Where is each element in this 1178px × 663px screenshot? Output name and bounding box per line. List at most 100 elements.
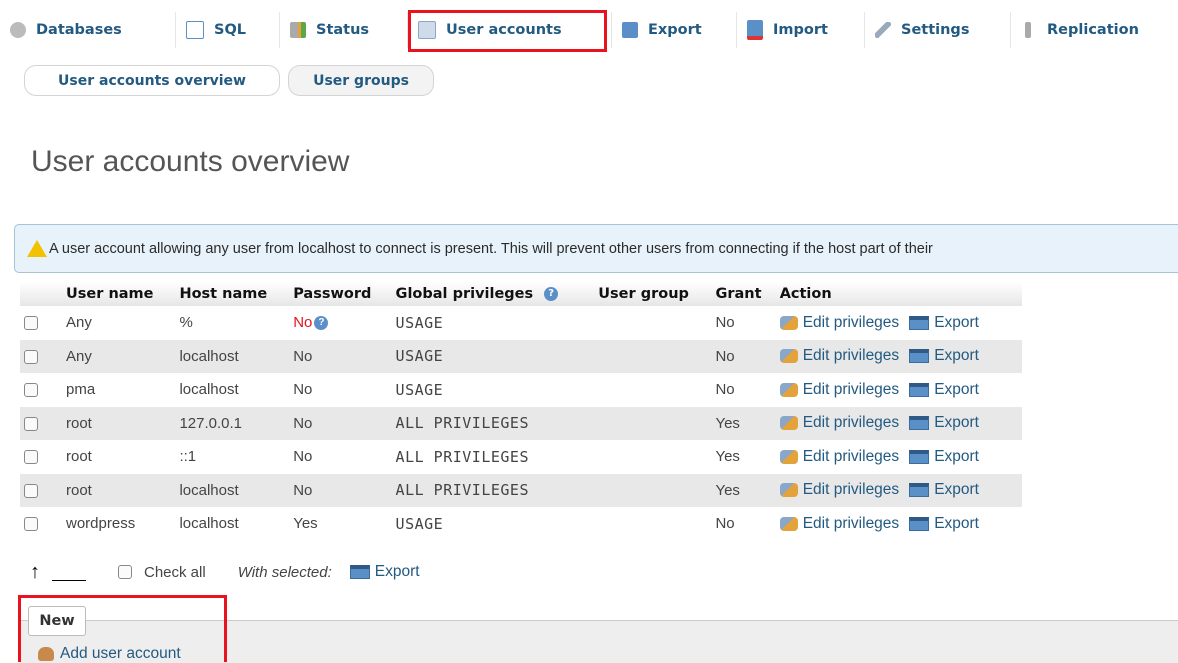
user-group-cell [594,306,712,340]
tab-import[interactable]: Import [736,12,864,48]
edit-privileges-icon [779,382,798,397]
subtab-user-groups[interactable]: User groups [288,65,434,96]
check-all-label[interactable]: Check all [144,564,206,581]
add-user-icon [38,647,54,661]
column-header-grant: Grant [711,282,776,306]
new-fieldset [20,620,1178,663]
bulk-export-link[interactable]: Export [375,563,420,581]
notice-box: A user account allowing any user from lo… [14,224,1178,273]
grant-cell: Yes [711,406,776,440]
with-selected-label: With selected: [237,563,332,581]
row-checkbox[interactable] [24,383,38,398]
help-icon[interactable]: ? [544,287,559,301]
edit-privileges-link[interactable]: Edit privileges [803,448,900,465]
user-name-cell: Any [62,339,176,373]
user-name-cell: root [62,440,176,474]
edit-privileges-link[interactable]: Edit privileges [803,381,900,398]
grant-cell: No [711,507,776,541]
export-icon [909,516,930,531]
host-name-cell: localhost [175,339,290,373]
edit-privileges-link[interactable]: Edit privileges [803,515,900,532]
password-cell: No [289,406,392,440]
user-accounts-icon [418,21,436,39]
export-link[interactable]: Export [934,481,979,498]
new-legend: New [28,606,86,636]
password-cell: No [289,440,392,474]
database-icon [10,22,26,38]
export-link[interactable]: Export [934,448,979,465]
column-header-host-name: Host name [175,282,290,306]
action-cell: Edit privileges Export [775,306,1022,340]
action-cell: Edit privileges Export [775,406,1022,440]
edit-privileges-link[interactable]: Edit privileges [803,414,900,431]
password-cell: No? [289,306,392,340]
tab-status[interactable]: Status [279,12,407,48]
column-header-user-group: User group [594,282,712,306]
tab-sql[interactable]: SQL [175,12,279,48]
export-link[interactable]: Export [934,314,979,331]
tab-user-accounts[interactable]: User accounts [407,12,611,48]
row-select-cell [20,473,62,507]
top-navigation: Databases SQL Status User accounts Expor… [0,0,1178,60]
action-cell: Edit privileges Export [775,339,1022,373]
table-row: root 127.0.0.1 No ALL PRIVILEGES Yes Edi… [20,406,1022,440]
edit-privileges-icon [779,416,798,431]
row-checkbox[interactable] [24,316,38,331]
action-cell: Edit privileges Export [775,507,1022,541]
replication-icon [1025,22,1031,38]
add-user-account-link[interactable]: Add user account [38,645,181,663]
edit-privileges-link[interactable]: Edit privileges [803,481,900,498]
export-link[interactable]: Export [934,414,979,431]
column-header-action: Action [775,282,1022,306]
tab-settings[interactable]: Settings [864,12,1010,48]
grant-cell: Yes [711,473,776,507]
edit-privileges-link[interactable]: Edit privileges [803,347,900,364]
export-icon [909,349,930,364]
grant-cell: No [711,306,776,340]
privileges-cell: USAGE [391,339,595,373]
column-header-password: Password [289,282,392,306]
row-checkbox[interactable] [24,450,38,465]
grant-cell: Yes [711,440,776,474]
user-group-cell [594,507,712,541]
tab-replication[interactable]: Replication [1010,12,1178,48]
row-checkbox[interactable] [24,483,38,498]
edit-privileges-icon [779,516,798,531]
tab-databases[interactable]: Databases [0,12,175,48]
export-link[interactable]: Export [934,515,979,532]
host-name-cell: localhost [175,473,290,507]
row-select-cell [20,440,62,474]
sql-icon [186,21,204,39]
table-row: wordpress localhost Yes USAGE No Edit pr… [20,507,1022,541]
check-all-checkbox[interactable] [118,565,132,579]
table-row: Any % No? USAGE No Edit privileges Export [20,306,1022,340]
row-checkbox[interactable] [24,416,38,431]
table-header-row: User name Host name Password Global priv… [20,282,1022,306]
select-column-header [20,282,62,306]
user-group-cell [594,473,712,507]
export-link[interactable]: Export [934,347,979,364]
export-icon [909,315,930,330]
table-row: root localhost No ALL PRIVILEGES Yes Edi… [20,473,1022,507]
action-cell: Edit privileges Export [775,473,1022,507]
export-icon [349,565,370,579]
table-row: Any localhost No USAGE No Edit privilege… [20,339,1022,373]
bulk-connector-line [52,579,86,581]
row-checkbox[interactable] [24,349,38,364]
export-icon [909,449,930,464]
edit-privileges-icon [779,449,798,464]
edit-privileges-link[interactable]: Edit privileges [803,314,900,331]
privileges-cell: ALL PRIVILEGES [391,473,595,507]
export-link[interactable]: Export [934,381,979,398]
host-name-cell: % [175,306,290,340]
password-cell: No [289,373,392,407]
help-icon[interactable]: ? [314,316,329,331]
password-cell: No [289,473,392,507]
column-header-user-name: User name [62,282,176,306]
import-icon [747,20,763,40]
row-checkbox[interactable] [24,517,38,532]
row-select-cell [20,406,62,440]
tab-export[interactable]: Export [611,12,736,48]
user-accounts-table: User name Host name Password Global priv… [20,282,1022,541]
subtab-user-accounts-overview[interactable]: User accounts overview [24,65,280,96]
